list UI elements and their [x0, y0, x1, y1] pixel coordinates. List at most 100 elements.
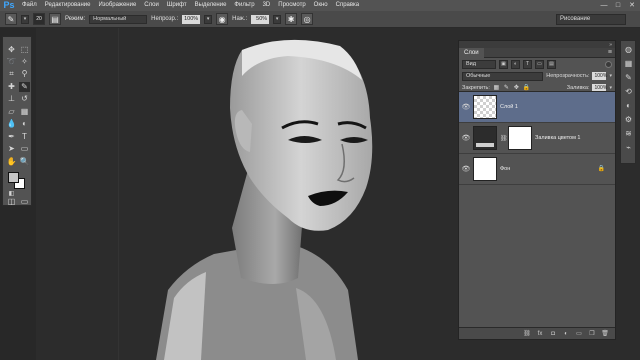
opacity-dropdown-icon[interactable]: ▾ — [204, 14, 213, 24]
brush-panel-icon[interactable]: ▤ — [49, 13, 61, 25]
marquee-tool-icon[interactable]: ⬚ — [19, 45, 30, 55]
eyedropper-icon[interactable]: ⚲ — [19, 69, 30, 79]
blur-tool-icon[interactable]: 💧 — [6, 119, 17, 129]
filter-pixel-icon[interactable]: ▣ — [499, 59, 508, 69]
flow-dropdown-icon[interactable]: ▾ — [273, 14, 282, 24]
new-layer-icon[interactable]: ❐ — [588, 330, 596, 338]
healing-brush-icon[interactable]: ✚ — [6, 82, 17, 92]
brush-presets-icon[interactable]: ✎ — [623, 73, 634, 83]
channels-panel-icon[interactable]: ≋ — [623, 129, 634, 139]
menu-select[interactable]: Выделение — [191, 0, 231, 11]
menu-help[interactable]: Справка — [332, 0, 364, 11]
properties-panel-icon[interactable]: ⚙ — [623, 115, 634, 125]
menu-filter[interactable]: Фильтр — [230, 0, 258, 11]
filter-kind-select[interactable]: Вид — [462, 59, 496, 69]
visibility-eye-icon[interactable]: 👁 — [459, 134, 473, 142]
color-panel-icon[interactable]: ◍ — [623, 45, 634, 55]
shape-tool-icon[interactable]: ▭ — [19, 144, 30, 154]
layer-thumbnail — [473, 95, 497, 119]
foreground-color-swatch[interactable] — [8, 172, 19, 183]
swatches-panel-icon[interactable]: ▦ — [623, 59, 634, 69]
mode-select[interactable]: Нормальный — [89, 14, 148, 24]
layer-row[interactable]: 👁 ⛓ Заливка цветом 1 — [459, 123, 615, 154]
layer-mask-thumbnail[interactable] — [508, 126, 532, 150]
fx-icon[interactable]: fx — [536, 330, 544, 338]
type-tool-icon[interactable]: T — [19, 132, 30, 142]
mode-label: Режим: — [65, 16, 86, 22]
quick-mask-icon[interactable]: ◫ — [6, 197, 17, 207]
gradient-tool-icon[interactable]: ▦ — [19, 107, 30, 117]
pressure-opacity-icon[interactable]: ◉ — [216, 13, 229, 25]
photoshop-logo: Ps — [3, 0, 15, 10]
maximize-icon[interactable]: □ — [614, 2, 622, 10]
opacity-input[interactable]: 100% — [182, 14, 201, 24]
filter-toggle[interactable] — [605, 60, 612, 68]
adjustment-icon[interactable]: ◐ — [562, 330, 570, 338]
layer-opacity-input[interactable]: 100% — [592, 72, 607, 80]
brush-preset-picker[interactable]: 20 — [33, 13, 45, 25]
minimize-icon[interactable]: — — [600, 2, 608, 10]
pen-tool-icon[interactable]: ✒ — [6, 132, 17, 142]
opacity-label: Непрозрачность: — [546, 73, 590, 79]
filter-adjustment-icon[interactable]: ◐ — [511, 59, 520, 69]
layers-footer: ⛓ fx ◘ ◐ ▭ ❐ 🗑 — [459, 327, 615, 339]
chain-link-icon[interactable]: ⛓ — [500, 135, 508, 142]
opacity-arrow-icon[interactable]: ▾ — [609, 73, 612, 79]
history-brush-icon[interactable]: ↺ — [19, 94, 30, 104]
airbrush-icon[interactable]: ✱ — [285, 13, 298, 25]
zoom-tool-icon[interactable]: 🔍 — [19, 157, 30, 167]
layer-name[interactable]: Фон — [500, 166, 510, 172]
visibility-eye-icon[interactable]: 👁 — [459, 103, 473, 111]
menu-view[interactable]: Просмотр — [274, 0, 309, 11]
menu-3d[interactable]: 3D — [259, 0, 275, 11]
hand-tool-icon[interactable]: ✋ — [6, 157, 17, 167]
menu-bar: Ps Файл Редактирование Изображение Слои … — [0, 0, 640, 11]
menu-type[interactable]: Шрифт — [163, 0, 191, 11]
menu-file[interactable]: Файл — [18, 0, 41, 11]
visibility-eye-icon[interactable]: 👁 — [459, 165, 473, 173]
tab-layers[interactable]: Слои — [459, 47, 484, 58]
lasso-tool-icon[interactable]: ➰ — [6, 57, 17, 67]
panel-menu-icon[interactable]: ≡ — [608, 49, 612, 56]
menu-layers[interactable]: Слои — [140, 0, 163, 11]
blend-mode-select[interactable]: Обычные — [462, 71, 544, 81]
filter-type-icon[interactable]: T — [523, 59, 532, 69]
blend-row: Обычные Непрозрачность: 100% ▾ — [459, 70, 615, 82]
layer-name[interactable]: Слой 1 — [500, 104, 518, 110]
crop-tool-icon[interactable]: ⌗ — [6, 69, 17, 79]
history-panel-icon[interactable]: ⟲ — [623, 87, 634, 97]
menu-image[interactable]: Изображение — [94, 0, 140, 11]
collapse-icon[interactable]: » — [609, 42, 612, 48]
layer-row[interactable]: 👁 Слой 1 — [459, 92, 615, 123]
opacity-label: Непрозр.: — [151, 16, 179, 22]
trash-icon[interactable]: 🗑 — [601, 330, 609, 338]
group-icon[interactable]: ▭ — [575, 330, 583, 338]
quick-select-icon[interactable]: ✧ — [19, 57, 30, 67]
adjustments-panel-icon[interactable]: ◐ — [623, 101, 634, 111]
move-tool-icon[interactable]: ✥ — [6, 45, 17, 55]
layers-panel: » Слои ≡ Вид ▣ ◐ T ▭ ▤ Обычные Непрозрач… — [458, 40, 616, 340]
link-icon[interactable]: ⛓ — [523, 330, 531, 338]
brush-tool-active-icon[interactable]: ✎ — [19, 82, 30, 92]
workspace-select[interactable]: Рисование — [556, 14, 626, 25]
screen-mode-icon[interactable]: ▭ — [19, 197, 30, 207]
menu-edit[interactable]: Редактирование — [41, 0, 95, 11]
mask-icon[interactable]: ◘ — [549, 330, 557, 338]
eraser-tool-icon[interactable]: ▱ — [6, 107, 17, 117]
filter-shape-icon[interactable]: ▭ — [535, 59, 544, 69]
brush-tool-icon[interactable]: ✎ — [5, 13, 17, 25]
path-select-icon[interactable]: ➤ — [6, 144, 17, 154]
close-icon[interactable]: ✕ — [628, 2, 636, 10]
menu-window[interactable]: Окно — [310, 0, 332, 11]
flow-input[interactable]: 50% — [251, 14, 270, 24]
fill-layer-thumbnail — [473, 126, 497, 150]
chevron-down-icon[interactable]: ▾ — [21, 14, 29, 24]
filter-smart-icon[interactable]: ▤ — [547, 59, 556, 69]
pressure-size-icon[interactable]: ◎ — [301, 13, 314, 25]
clone-stamp-icon[interactable]: ⊥ — [6, 94, 17, 104]
options-bar: ✎ ▾ 20 ▤ Режим: Нормальный Непрозр.: 100… — [0, 11, 640, 28]
layer-name[interactable]: Заливка цветом 1 — [535, 135, 580, 141]
dodge-tool-icon[interactable]: ◐ — [19, 119, 30, 129]
paths-panel-icon[interactable]: ⌁ — [623, 143, 634, 153]
layer-row[interactable]: 👁 Фон 🔒 — [459, 154, 615, 185]
